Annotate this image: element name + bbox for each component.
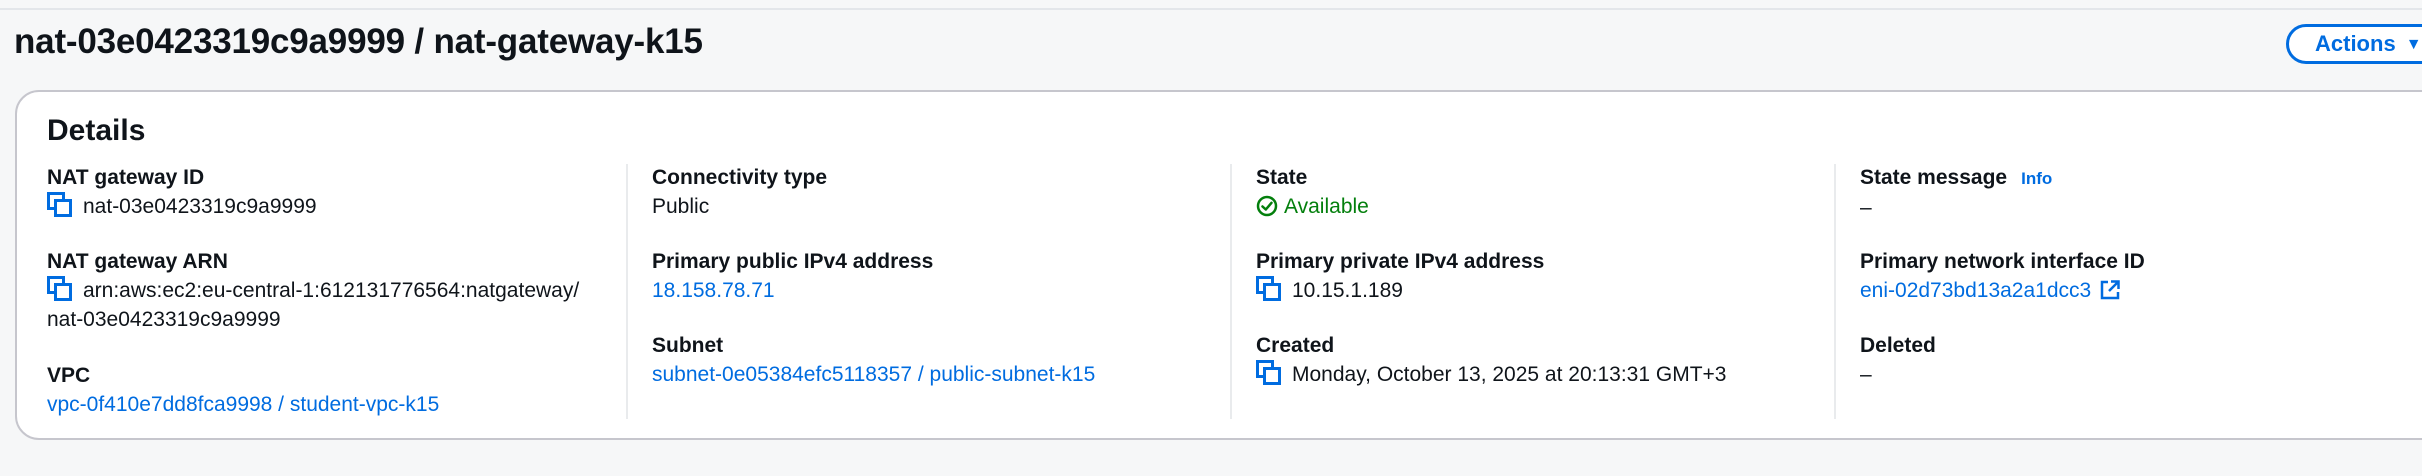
connectivity-type-label: Connectivity type <box>652 166 828 189</box>
details-title: Details <box>47 114 146 147</box>
subnet-label: Subnet <box>652 334 724 357</box>
info-link[interactable]: Info <box>2021 169 2052 188</box>
primary-private-ipv4-label: Primary private IPv4 address <box>1256 250 1545 273</box>
nat-gateway-id-value: nat-03e0423319c9a9999 <box>83 195 317 218</box>
vpc-link[interactable]: vpc-0f410e7dd8fca9998 / student-vpc-k15 <box>47 393 439 416</box>
connectivity-type-field: Connectivity type Public <box>652 164 827 221</box>
actions-button[interactable]: Actions ▼ <box>2286 24 2422 64</box>
page-title: nat-03e0423319c9a9999 / nat-gateway-k15 <box>14 22 703 61</box>
nat-gateway-arn-value-line2: nat-03e0423319c9a9999 <box>47 308 281 331</box>
primary-public-ipv4-field: Primary public IPv4 address 18.158.78.71 <box>652 248 933 305</box>
state-message-field: State message Info – <box>1860 164 2052 222</box>
created-label: Created <box>1256 334 1335 357</box>
nat-gateway-id-label: NAT gateway ID <box>47 166 205 189</box>
status-available-icon <box>1256 195 1278 217</box>
deleted-label: Deleted <box>1860 334 1936 357</box>
vpc-label: VPC <box>47 364 91 387</box>
copy-icon[interactable] <box>47 192 75 218</box>
details-column-1: NAT gateway ID nat-03e0423319c9a9999 NAT… <box>47 164 607 419</box>
copy-icon[interactable] <box>1256 276 1284 302</box>
primary-private-ipv4-field: Primary private IPv4 address 10.15.1.189 <box>1256 248 1544 305</box>
details-column-3: State Available Primary private IPv4 add… <box>1230 164 1817 419</box>
details-card: Details NAT gateway ID nat-03e0423319c9a… <box>15 90 2422 440</box>
primary-public-ipv4-link[interactable]: 18.158.78.71 <box>652 279 775 302</box>
top-divider <box>0 8 2422 10</box>
details-column-2: Connectivity type Public Primary public … <box>626 164 1213 419</box>
state-message-label: State message <box>1860 166 2008 189</box>
deleted-field: Deleted – <box>1860 332 1936 389</box>
nat-gateway-arn-field: NAT gateway ARN arn:aws:ec2:eu-central-1… <box>47 248 579 334</box>
external-link-icon[interactable] <box>2099 279 2121 309</box>
actions-label: Actions <box>2315 31 2396 56</box>
caret-down-icon: ▼ <box>2405 36 2422 53</box>
created-field: Created Monday, October 13, 2025 at 20:1… <box>1256 332 1726 389</box>
state-value: Available <box>1284 195 1369 218</box>
primary-eni-field: Primary network interface ID eni-02d73bd… <box>1860 248 2145 309</box>
state-message-value: – <box>1860 196 1872 219</box>
nat-gateway-id-field: NAT gateway ID nat-03e0423319c9a9999 <box>47 164 317 221</box>
nat-gateway-arn-value-line1: arn:aws:ec2:eu-central-1:612131776564:na… <box>83 279 580 302</box>
subnet-link[interactable]: subnet-0e05384efc5118357 / public-subnet… <box>652 363 1095 386</box>
copy-icon[interactable] <box>1256 360 1284 386</box>
primary-public-ipv4-label: Primary public IPv4 address <box>652 250 934 273</box>
vpc-field: VPC vpc-0f410e7dd8fca9998 / student-vpc-… <box>47 362 439 419</box>
connectivity-type-value: Public <box>652 195 710 218</box>
subnet-field: Subnet subnet-0e05384efc5118357 / public… <box>652 332 1095 389</box>
details-column-4: State message Info – Primary network inte… <box>1834 164 2422 419</box>
state-label: State <box>1256 166 1308 189</box>
primary-eni-link[interactable]: eni-02d73bd13a2a1dcc3 <box>1860 279 2091 302</box>
deleted-value: – <box>1860 363 1872 386</box>
nat-gateway-arn-label: NAT gateway ARN <box>47 250 228 273</box>
primary-private-ipv4-value: 10.15.1.189 <box>1292 279 1403 302</box>
copy-icon[interactable] <box>47 276 75 302</box>
primary-eni-label: Primary network interface ID <box>1860 250 2145 273</box>
state-field: State Available <box>1256 164 1369 221</box>
created-value: Monday, October 13, 2025 at 20:13:31 GMT… <box>1292 363 1727 386</box>
